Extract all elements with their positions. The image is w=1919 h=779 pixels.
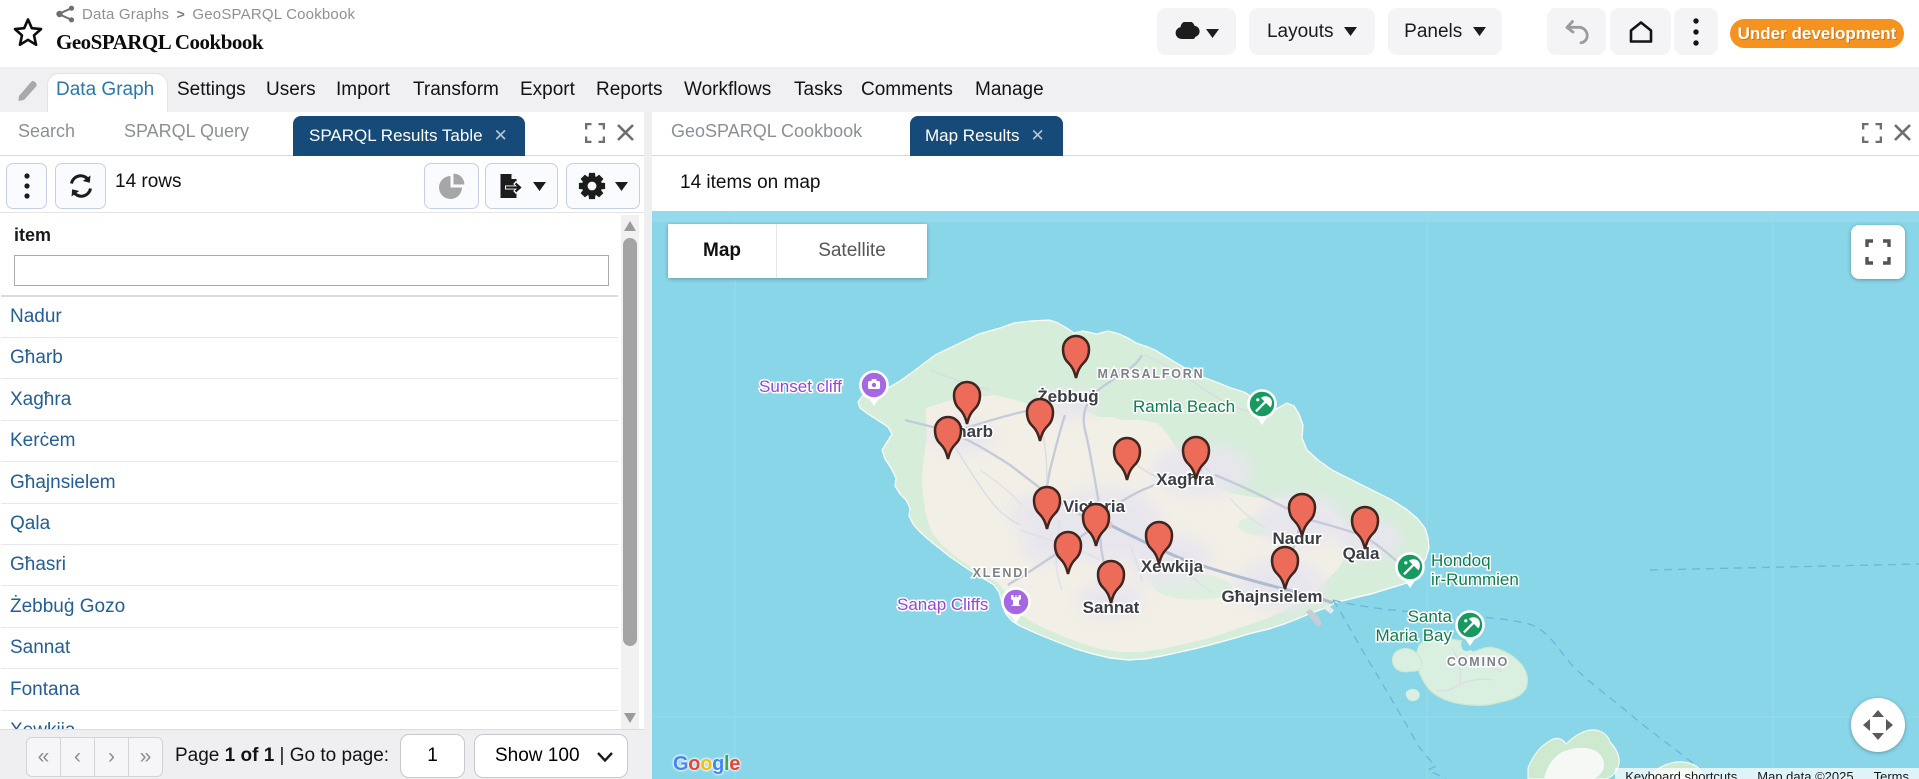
svg-text:Qala: Qala: [1343, 544, 1380, 563]
svg-text:MARSALFORN: MARSALFORN: [1098, 367, 1205, 381]
svg-text:Hondoq: Hondoq: [1431, 551, 1491, 570]
svg-text:XLENDI: XLENDI: [973, 566, 1030, 580]
svg-text:Ramla Beach: Ramla Beach: [1133, 397, 1235, 416]
svg-text:Sunset cliff: Sunset cliff: [759, 377, 842, 396]
svg-text:COMINO: COMINO: [1447, 655, 1509, 669]
svg-text:Santa: Santa: [1408, 607, 1453, 626]
svg-text:Nadur: Nadur: [1272, 529, 1322, 548]
svg-text:Għajnsielem: Għajnsielem: [1221, 587, 1322, 606]
svg-text:Maria Bay: Maria Bay: [1375, 626, 1452, 645]
svg-text:Xagħra: Xagħra: [1156, 470, 1214, 489]
svg-text:Xewkija: Xewkija: [1141, 557, 1204, 576]
svg-text:Sanap Cliffs: Sanap Cliffs: [897, 595, 988, 614]
svg-text:ir-Rummien: ir-Rummien: [1431, 570, 1519, 589]
